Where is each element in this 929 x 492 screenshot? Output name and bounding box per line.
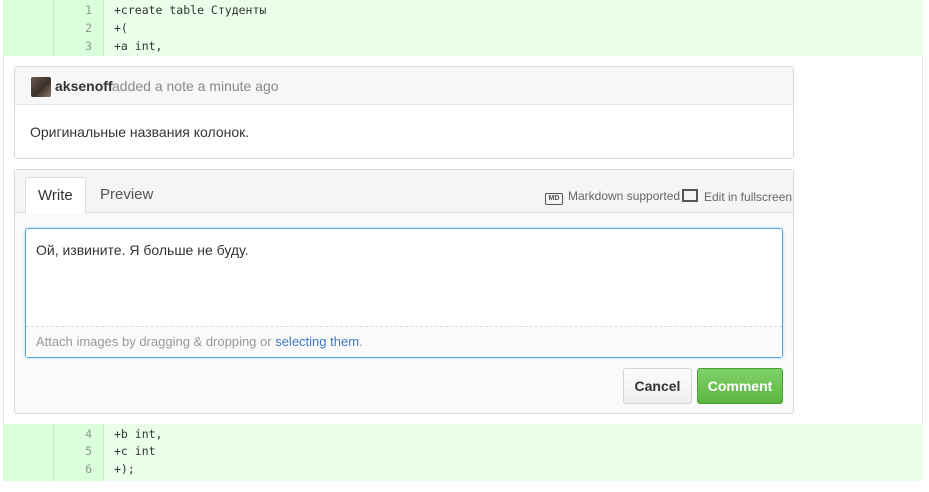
fullscreen-icon — [682, 189, 698, 202]
code-text: +); — [114, 462, 135, 476]
diff-line: 2 +( — [3, 19, 923, 37]
attach-suffix: . — [359, 334, 363, 349]
line-note: aksenoff added a note a minute ago Ориги… — [14, 66, 794, 159]
cancel-button[interactable]: Cancel — [623, 368, 692, 404]
diff-line: 4 +b int, — [3, 425, 923, 443]
comment-button[interactable]: Comment — [697, 368, 783, 404]
note-body: Оригинальные названия колонок. — [30, 124, 250, 140]
markdown-icon: MD — [545, 193, 563, 205]
line-number[interactable]: 6 — [54, 460, 92, 478]
diff-line: 5 +c int — [3, 442, 923, 460]
code-text: +b int, — [114, 427, 163, 441]
markdown-label: Markdown supported — [568, 189, 681, 203]
comment-text[interactable]: Ой, извините. Я больше не буду. — [36, 242, 772, 258]
fullscreen-label: Edit in fullscreen — [704, 190, 793, 204]
attach-prefix: Attach images by dragging & dropping or — [36, 334, 276, 349]
diff-line: 3 +a int, — [3, 37, 923, 55]
code-text: +c int — [114, 444, 156, 458]
markdown-supported-link[interactable]: MD Markdown supported — [545, 189, 680, 205]
tab-preview[interactable]: Preview — [88, 177, 165, 212]
code-text: +create table Студенты — [114, 3, 267, 17]
avatar[interactable] — [31, 77, 51, 97]
code-text: +a int, — [114, 39, 163, 53]
line-number[interactable]: 3 — [54, 37, 92, 55]
fullscreen-link[interactable]: Edit in fullscreen — [682, 189, 792, 204]
line-number[interactable]: 1 — [54, 1, 92, 19]
note-header: aksenoff added a note a minute ago — [15, 67, 793, 105]
comment-textarea[interactable]: Ой, извините. Я больше не буду. Attach i… — [25, 228, 783, 358]
diff-line: 1 +create table Студенты — [3, 1, 923, 19]
diff-block-bottom: 4 +b int, 5 +c int 6 +); — [3, 424, 923, 481]
comment-editor: Write Preview MD Markdown supported Edit … — [14, 169, 794, 414]
note-author[interactable]: aksenoff — [55, 78, 113, 94]
line-number[interactable]: 5 — [54, 442, 92, 460]
attach-bar[interactable]: Attach images by dragging & dropping or … — [26, 326, 782, 357]
diff-line: 6 +); — [3, 460, 923, 478]
editor-tabs: Write Preview MD Markdown supported Edit … — [15, 170, 793, 214]
note-meta: added a note a minute ago — [112, 78, 279, 94]
line-number[interactable]: 2 — [54, 19, 92, 37]
select-files-link[interactable]: selecting them — [275, 334, 359, 349]
line-number[interactable]: 4 — [54, 425, 92, 443]
code-text: +( — [114, 21, 128, 35]
attach-hint: Attach images by dragging & dropping or … — [36, 334, 363, 349]
tab-write[interactable]: Write — [25, 177, 86, 214]
diff-block-top: 1 +create table Студенты 2 +( 3 +a int, — [3, 0, 923, 56]
